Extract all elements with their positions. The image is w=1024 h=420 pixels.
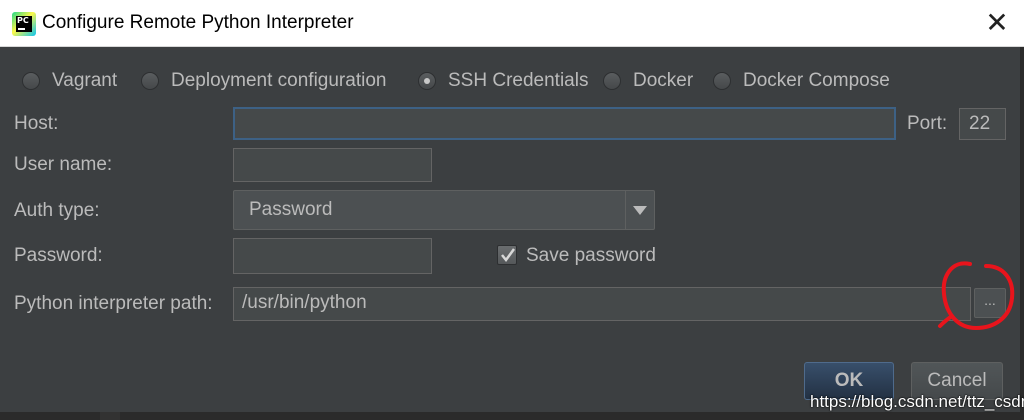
radio-vagrant[interactable]: Vagrant	[22, 68, 117, 94]
host-input[interactable]	[233, 107, 896, 140]
title-bar: PC Configure Remote Python Interpreter ✕	[0, 0, 1024, 47]
close-icon[interactable]: ✕	[984, 9, 1010, 37]
combo-divider	[625, 191, 626, 229]
host-label: Host:	[14, 113, 59, 134]
password-input[interactable]	[233, 238, 432, 274]
radio-selected-icon	[418, 72, 436, 90]
radio-icon	[713, 72, 731, 90]
radio-docker[interactable]: Docker	[603, 68, 693, 94]
port-label: Port:	[907, 113, 948, 134]
watermark: https://blog.csdn.net/ttz_csdn	[810, 392, 1024, 411]
radio-icon	[141, 72, 159, 90]
interpreter-path-input[interactable]: /usr/bin/python	[233, 287, 971, 321]
save-password-label: Save password	[526, 245, 656, 266]
save-password-checkbox[interactable]	[497, 245, 517, 265]
username-label: User name:	[14, 154, 113, 175]
password-label: Password:	[14, 245, 103, 266]
radio-label: Vagrant	[52, 70, 118, 91]
checkmark-icon	[501, 248, 516, 263]
radio-label: Docker Compose	[743, 70, 890, 91]
background-strip	[0, 412, 1024, 420]
pycharm-logo-icon: PC	[12, 12, 36, 36]
radio-label: SSH Credentials	[448, 70, 589, 91]
app-icon-text: PC	[17, 16, 29, 25]
interpreter-path-label: Python interpreter path:	[14, 293, 213, 314]
port-input[interactable]: 22	[959, 108, 1006, 140]
red-circle-annotation	[938, 261, 1015, 331]
radio-label: Deployment configuration	[171, 70, 387, 91]
radio-ssh-credentials[interactable]: SSH Credentials	[418, 68, 588, 94]
auth-type-label: Auth type:	[14, 200, 100, 221]
auth-type-select[interactable]: Password	[233, 190, 655, 230]
radio-docker-compose[interactable]: Docker Compose	[713, 68, 890, 94]
radio-deployment-configuration[interactable]: Deployment configuration	[141, 68, 386, 94]
username-input[interactable]	[233, 148, 432, 182]
radio-icon	[22, 72, 40, 90]
radio-label: Docker	[633, 70, 694, 91]
radio-icon	[603, 72, 621, 90]
chevron-down-icon	[633, 206, 647, 215]
window-title: Configure Remote Python Interpreter	[42, 12, 354, 33]
auth-type-value: Password	[249, 199, 333, 220]
